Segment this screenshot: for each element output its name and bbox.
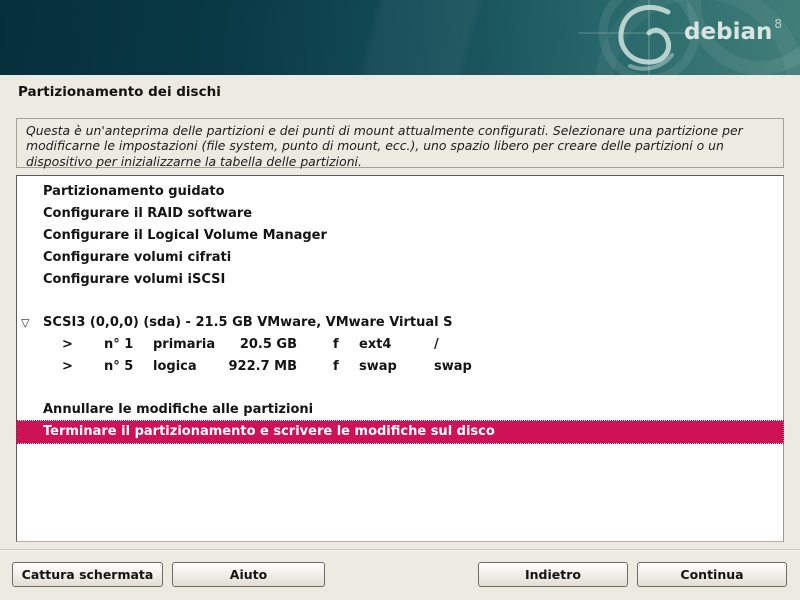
- screenshot-button[interactable]: Cattura schermata: [12, 562, 163, 587]
- list-item-configure-raid[interactable]: Configurare il RAID software: [17, 203, 783, 225]
- list-spacer-row: [17, 377, 783, 399]
- partition-flag: f: [333, 337, 339, 352]
- list-item-configure-encrypted[interactable]: Configurare volumi cifrati: [17, 246, 783, 268]
- description-frame: Questa è un'anteprima delle partizioni e…: [16, 118, 784, 168]
- partition-mountpoint: /: [434, 337, 439, 352]
- partition-mountpoint: swap: [434, 359, 472, 374]
- debian-version: 8: [774, 17, 782, 31]
- partition-filesystem: swap: [359, 359, 397, 374]
- list-item-undo-changes[interactable]: Annullare le modifiche alle partizioni: [17, 399, 783, 421]
- list-item-partition-5[interactable]: > n° 5 logica 922.7 MB f swap swap: [17, 355, 783, 377]
- partition-size: 922.7 MB: [217, 359, 297, 374]
- debian-wordmark: debian8: [684, 19, 780, 45]
- partition-number: n° 1: [104, 337, 133, 352]
- footer-separator: [0, 549, 800, 551]
- continue-button[interactable]: Continua: [637, 562, 787, 587]
- installer-banner: debian8: [0, 0, 800, 75]
- description-text: Questa è un'anteprima delle partizioni e…: [26, 123, 771, 169]
- list-item-disk-sda[interactable]: ▽ SCSI3 (0,0,0) (sda) - 21.5 GB VMware, …: [17, 312, 783, 334]
- partition-list: Partizionamento guidato Configurare il R…: [16, 175, 784, 542]
- list-item-guided-partitioning[interactable]: Partizionamento guidato: [17, 181, 783, 203]
- partition-number: n° 5: [104, 359, 133, 374]
- list-spacer-row: [17, 290, 783, 312]
- partition-type: logica: [153, 359, 197, 374]
- partition-flag: f: [333, 359, 339, 374]
- list-item-configure-lvm[interactable]: Configurare il Logical Volume Manager: [17, 225, 783, 247]
- expander-triangle-icon[interactable]: ▽: [21, 316, 29, 329]
- banner-decorations: [0, 0, 800, 75]
- list-item-finish-partitioning[interactable]: Terminare il partizionamento e scrivere …: [17, 421, 783, 443]
- partition-arrow-icon: >: [62, 337, 73, 352]
- partition-arrow-icon: >: [62, 359, 73, 374]
- back-button[interactable]: Indietro: [478, 562, 628, 587]
- list-item-configure-iscsi[interactable]: Configurare volumi iSCSI: [17, 268, 783, 290]
- help-button[interactable]: Aiuto: [172, 562, 325, 587]
- partition-type: primaria: [153, 337, 215, 352]
- partition-size: 20.5 GB: [217, 337, 297, 352]
- page-title: Partizionamento dei dischi: [18, 84, 221, 100]
- list-item-partition-1[interactable]: > n° 1 primaria 20.5 GB f ext4 /: [17, 334, 783, 356]
- partition-filesystem: ext4: [359, 337, 391, 352]
